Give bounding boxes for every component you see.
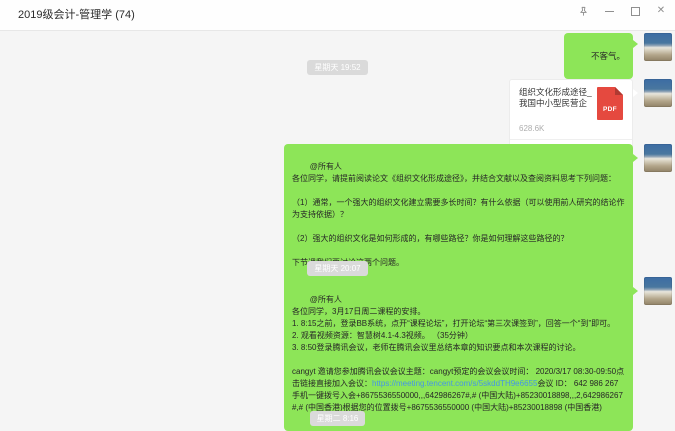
pin-icon[interactable]	[577, 5, 589, 17]
meeting-link[interactable]: https://meeting.tencent.com/s/5skddTH9e6…	[372, 379, 537, 388]
timestamp: 星期天 20:07	[0, 258, 675, 276]
window-controls: ✕	[577, 0, 667, 22]
maximize-icon[interactable]	[629, 5, 641, 17]
file-card-top: 组织文化形成途径_我国中小型民营企业... PDF	[510, 80, 632, 120]
file-size: 628.6K	[510, 120, 632, 133]
avatar[interactable]	[644, 144, 672, 172]
chat-title: 2019级会计-管理学 (74)	[18, 0, 135, 30]
message-text: @所有人 各位同学，3月17日周二课程的安排。 1. 8:15之前，登录BB系统…	[292, 295, 624, 388]
timestamp: 星期天 19:52	[0, 57, 675, 75]
file-title: 组织文化形成途径_我国中小型民营企业...	[519, 87, 593, 109]
timestamp: 星期二 8:16	[0, 408, 675, 426]
titlebar: 2019级会计-管理学 (74) ✕	[0, 0, 675, 31]
minimize-icon[interactable]	[603, 5, 615, 17]
bubble-tail	[633, 287, 638, 295]
pdf-label: PDF	[597, 106, 623, 113]
avatar[interactable]	[644, 277, 672, 305]
timestamp-badge: 星期天 20:07	[307, 261, 367, 276]
pdf-file-icon: PDF	[597, 87, 623, 120]
bubble-tail	[633, 40, 638, 48]
timestamp-badge: 星期二 8:16	[310, 411, 366, 426]
message-text: @所有人 各位同学，请提前阅读论文《组织文化形成途径》，并结合文献以及查阅资料思…	[292, 162, 624, 267]
chat-area: ••• 不客气。 星期天 19:52 组织文化形成途径_我国中小型民营企业...…	[0, 31, 675, 422]
wechat-chat-window: 2019级会计-管理学 (74) ✕ ••• 不客气。 星期天 19:	[0, 0, 675, 422]
close-icon[interactable]: ✕	[655, 5, 667, 17]
bubble-tail	[633, 89, 638, 97]
timestamp-badge: 星期天 19:52	[307, 60, 367, 75]
bubble-tail	[633, 154, 638, 162]
avatar[interactable]	[644, 79, 672, 107]
